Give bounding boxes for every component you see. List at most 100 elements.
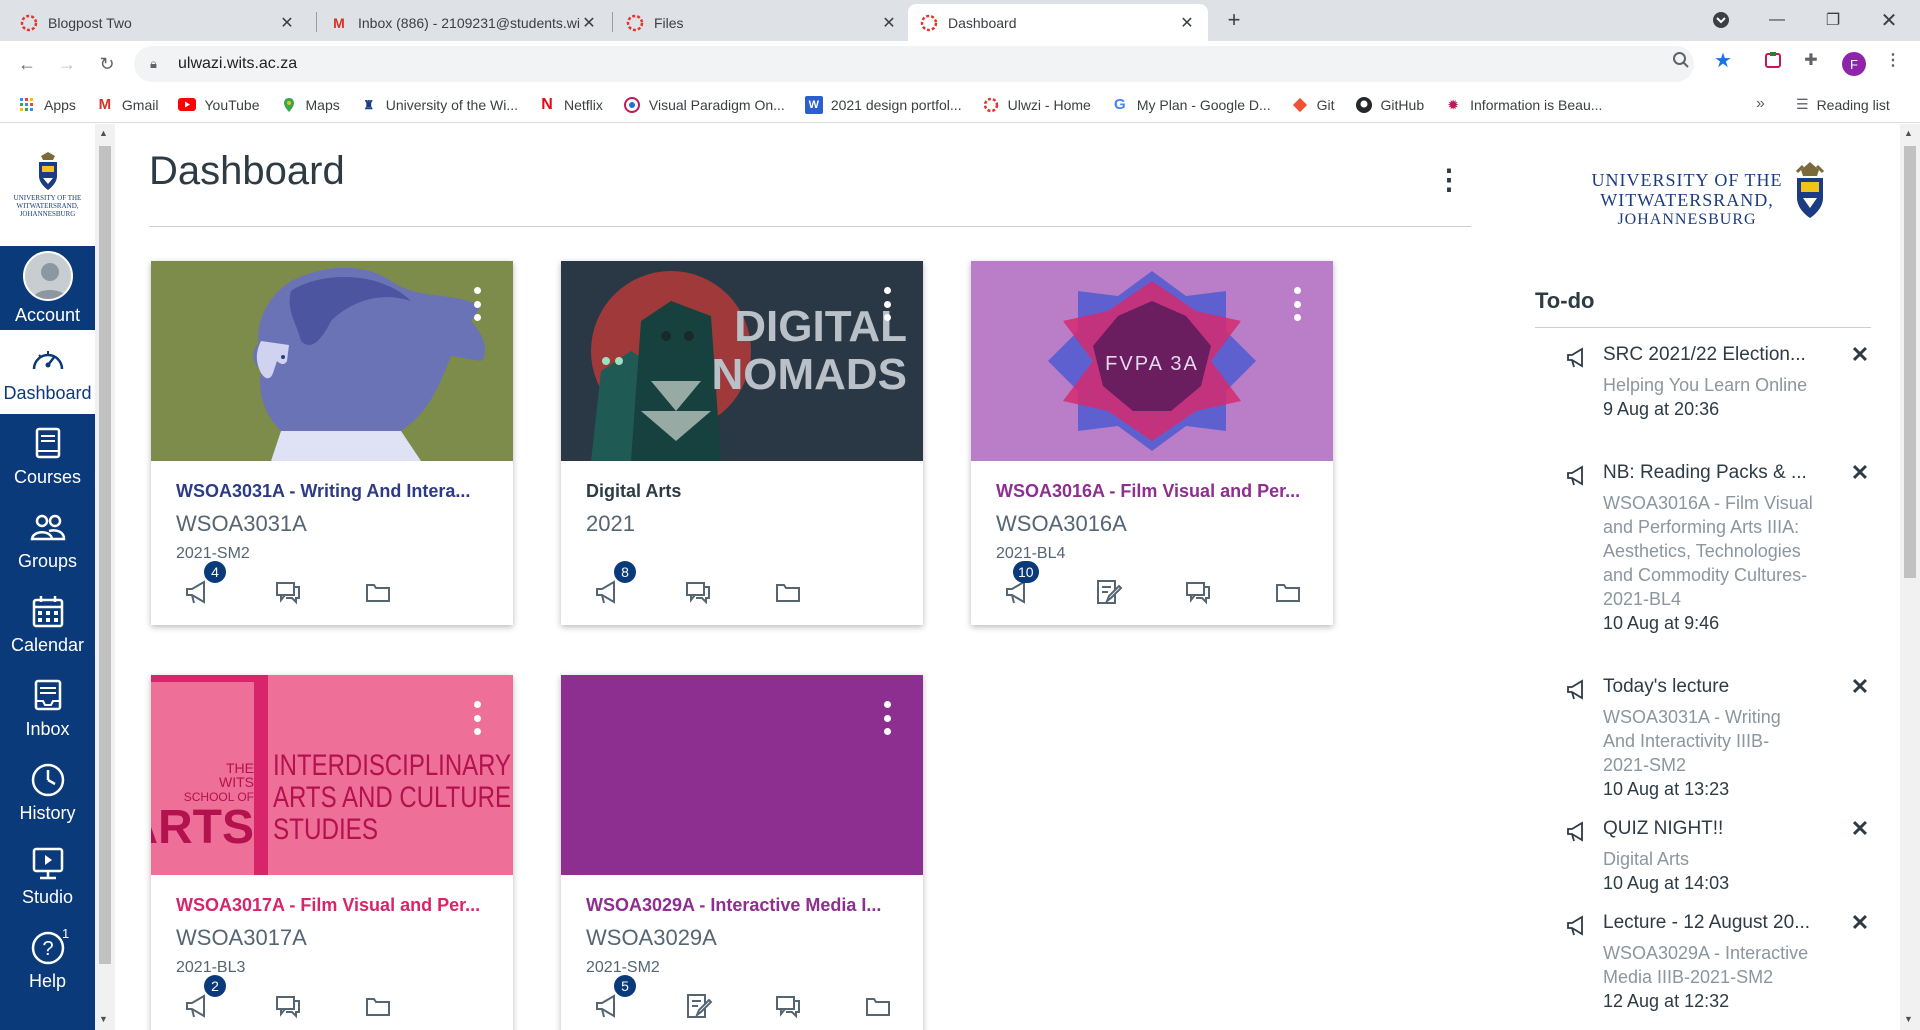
dismiss-close-icon[interactable]: ✕	[1849, 816, 1871, 841]
nav-scrollbar[interactable]: ▲ ▼	[95, 124, 115, 1030]
reload-icon[interactable]: ↻	[94, 51, 120, 77]
restore-icon[interactable]: ❐	[1818, 8, 1848, 32]
todo-title-link[interactable]: SRC 2021/22 Election...	[1603, 344, 1813, 366]
browser-tab-files[interactable]: Files ✕	[614, 4, 910, 41]
tab-search-icon[interactable]	[1706, 8, 1736, 32]
back-arrow-icon[interactable]: ←	[14, 51, 40, 77]
nav-account[interactable]: Account	[0, 246, 95, 330]
dashboard-options-button[interactable]: ⋮	[1435, 164, 1463, 195]
files-folder-icon[interactable]	[863, 991, 893, 1021]
course-card[interactable]: THE WITS SCHOOL OF ARTS INTERDISCIPLINAR…	[151, 675, 513, 1030]
bookmark-wits[interactable]: ♜ University of the Wi...	[360, 96, 518, 114]
card-hero-image[interactable]: THE WITS SCHOOL OF ARTS INTERDISCIPLINAR…	[151, 675, 513, 875]
wits-logo[interactable]: UNIVERSITY OF THE WITWATERSRAND, JOHANNE…	[0, 124, 95, 246]
bookmark-info-beautiful[interactable]: ✹ Information is Beau...	[1444, 96, 1602, 114]
files-folder-icon[interactable]	[1273, 577, 1303, 607]
course-card[interactable]: WSOA3031A - Writing And Intera... WSOA30…	[151, 261, 513, 625]
close-icon[interactable]: ✕	[278, 14, 296, 32]
menu-kebab-icon[interactable]: ⋮	[1882, 49, 1904, 71]
course-card[interactable]: DIGITAL NOMADS Digital Arts 2021 8	[561, 261, 923, 625]
course-card[interactable]: WSOA3029A - Interactive Media I... WSOA3…	[561, 675, 923, 1030]
scroll-up-icon[interactable]: ▲	[1904, 128, 1913, 138]
puzzle-icon[interactable]: ✚	[1800, 49, 1822, 71]
nav-help[interactable]: ? Help 1	[0, 918, 95, 1002]
bookmark-netflix[interactable]: N Netflix	[538, 96, 603, 114]
profile-avatar[interactable]: F	[1842, 52, 1866, 76]
minimize-icon[interactable]: —	[1762, 8, 1792, 32]
logo-text: UNIVERSITY OF THE WITWATERSRAND, JOHANNE…	[13, 194, 82, 218]
zoom-icon[interactable]	[1670, 49, 1692, 71]
card-hero-image[interactable]	[151, 261, 513, 461]
bookmark-maps[interactable]: Maps	[280, 96, 340, 114]
course-name-link[interactable]: WSOA3016A - Film Visual and Per...	[996, 481, 1316, 502]
card-options-kebab[interactable]	[881, 701, 893, 735]
card-hero-image[interactable]: FVPA 3A	[971, 261, 1333, 461]
course-name-link[interactable]: WSOA3017A - Film Visual and Per...	[176, 895, 496, 916]
nav-studio[interactable]: Studio	[0, 834, 95, 918]
todo-title-link[interactable]: QUIZ NIGHT!!	[1603, 818, 1813, 840]
close-icon[interactable]: ✕	[1178, 14, 1196, 32]
discussions-icon[interactable]	[1183, 577, 1213, 607]
bookmark-git[interactable]: Git	[1291, 96, 1335, 114]
nav-dashboard[interactable]: Dashboard	[0, 330, 95, 414]
bookmark-apps[interactable]: Apps	[18, 96, 76, 114]
bookmark-visual-paradigm[interactable]: Visual Paradigm On...	[623, 96, 785, 114]
window-close-icon[interactable]: ✕	[1874, 8, 1904, 32]
files-folder-icon[interactable]	[773, 577, 803, 607]
bookmark-star-icon[interactable]: ★	[1712, 49, 1734, 72]
course-card[interactable]: FVPA 3A WSOA3016A - Film Visual and Per.…	[971, 261, 1333, 625]
browser-tab-blogpost[interactable]: Blogpost Two ✕	[8, 4, 308, 41]
nav-calendar[interactable]: Calendar	[0, 582, 95, 666]
discussions-icon[interactable]	[273, 577, 303, 607]
assignments-icon[interactable]	[1093, 577, 1123, 607]
files-folder-icon[interactable]	[363, 577, 393, 607]
bookmark-github[interactable]: GitHub	[1355, 96, 1424, 114]
address-bar[interactable]: 🔒︎ ulwazi.wits.ac.za	[134, 46, 1694, 82]
todo-title-link[interactable]: NB: Reading Packs & ...	[1603, 462, 1813, 484]
more-bookmarks-icon[interactable]: »	[1756, 95, 1765, 113]
bookmark-portfolio[interactable]: W 2021 design portfol...	[804, 95, 962, 114]
card-hero-image[interactable]: DIGITAL NOMADS	[561, 261, 923, 461]
card-hero-image[interactable]	[561, 675, 923, 875]
card-options-kebab[interactable]	[881, 287, 893, 321]
todo-title-link[interactable]: Today's lecture	[1603, 676, 1813, 698]
reading-list-button[interactable]: ☰ Reading list	[1796, 96, 1890, 113]
nav-courses[interactable]: Courses	[0, 414, 95, 498]
forward-arrow-icon[interactable]: →	[54, 51, 80, 77]
browser-tab-dashboard[interactable]: Dashboard ✕	[908, 4, 1208, 41]
dismiss-close-icon[interactable]: ✕	[1849, 342, 1871, 367]
bookmark-my-plan[interactable]: G My Plan - Google D...	[1111, 96, 1271, 114]
card-options-kebab[interactable]	[471, 287, 483, 321]
course-name-link[interactable]: WSOA3029A - Interactive Media I...	[586, 895, 906, 916]
dismiss-close-icon[interactable]: ✕	[1849, 674, 1871, 699]
nav-groups[interactable]: Groups	[0, 498, 95, 582]
scroll-up-icon[interactable]: ▲	[99, 128, 108, 138]
scrollbar-thumb[interactable]	[99, 146, 111, 964]
close-icon[interactable]: ✕	[580, 14, 598, 32]
dismiss-close-icon[interactable]: ✕	[1849, 460, 1871, 485]
discussions-icon[interactable]	[273, 991, 303, 1021]
discussions-icon[interactable]	[683, 577, 713, 607]
close-icon[interactable]: ✕	[880, 14, 898, 32]
assignments-icon[interactable]	[683, 991, 713, 1021]
page-scrollbar[interactable]: ▲ ▼	[1900, 124, 1920, 1030]
scrollbar-thumb[interactable]	[1904, 146, 1916, 578]
browser-tab-inbox[interactable]: M Inbox (886) - 2109231@students.wits.ac…	[318, 4, 610, 41]
scroll-down-icon[interactable]: ▼	[99, 1014, 108, 1024]
nav-history[interactable]: History	[0, 750, 95, 834]
nav-inbox[interactable]: Inbox	[0, 666, 95, 750]
bookmark-ulwazi[interactable]: Ulwzi - Home	[982, 96, 1091, 114]
bookmark-gmail[interactable]: M Gmail	[96, 96, 159, 114]
scroll-down-icon[interactable]: ▼	[1904, 1014, 1913, 1024]
course-name-link[interactable]: WSOA3031A - Writing And Intera...	[176, 481, 496, 502]
new-tab-button[interactable]: +	[1222, 7, 1246, 32]
course-name-link[interactable]: Digital Arts	[586, 481, 906, 502]
discussions-icon[interactable]	[773, 991, 803, 1021]
card-options-kebab[interactable]	[471, 701, 483, 735]
extension-icon[interactable]	[1762, 49, 1784, 71]
todo-title-link[interactable]: Lecture - 12 August 20...	[1603, 912, 1813, 934]
card-options-kebab[interactable]	[1291, 287, 1303, 321]
bookmark-youtube[interactable]: YouTube	[178, 96, 260, 114]
files-folder-icon[interactable]	[363, 991, 393, 1021]
dismiss-close-icon[interactable]: ✕	[1849, 910, 1871, 935]
